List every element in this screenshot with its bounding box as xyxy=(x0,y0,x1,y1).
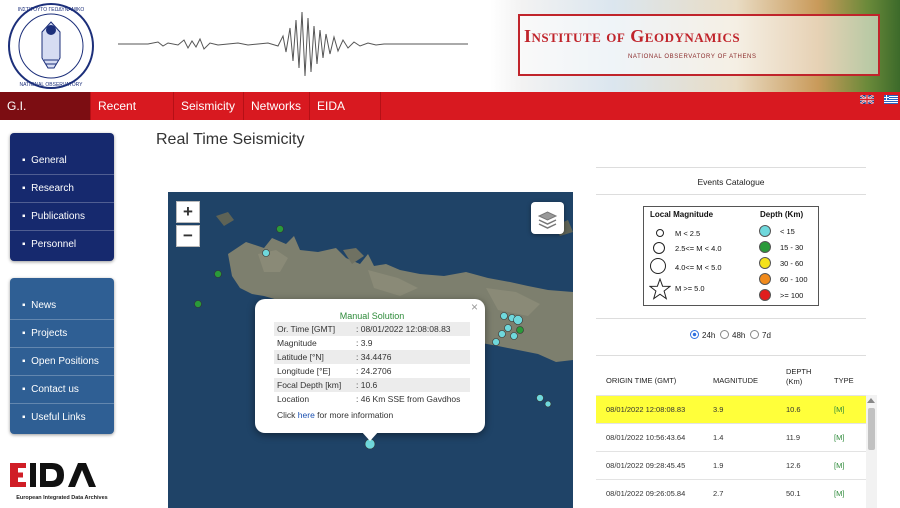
popup-row-origin-time: Or. Time [GMT]: 08/01/2022 12:08:08.83 xyxy=(274,322,470,336)
popup-footer: Click here for more information xyxy=(277,410,394,420)
popup-row-location: Location: 46 Km SSE from Gavdhos xyxy=(277,394,461,404)
legend-depth-2: 15 - 30 xyxy=(780,243,804,252)
layers-icon xyxy=(537,211,558,229)
sidebar-item-open-positions[interactable]: ▪ Open Positions xyxy=(10,348,114,376)
sidebar-item-news[interactable]: ▪ News xyxy=(10,292,114,320)
sidebar-menu-primary: ▪ General ▪ Research ▪ Publications ▪ Pe… xyxy=(10,133,114,261)
popup-title: Manual Solution xyxy=(339,311,405,321)
popup-row-latitude: Latitude [°N]: 34.4476 xyxy=(274,350,470,364)
period-label-24h: 24h xyxy=(702,331,716,340)
earthquake-marker[interactable] xyxy=(536,394,544,402)
svg-text:European Integrated Data Archi: European Integrated Data Archives xyxy=(16,495,108,501)
sidebar-item-useful-links[interactable]: ▪ Useful Links xyxy=(10,404,114,432)
legend-depth-5: >= 100 xyxy=(780,291,804,300)
period-radio-48h[interactable] xyxy=(720,330,729,339)
legend-magnitude-title: Local Magnitude xyxy=(650,210,714,219)
zoom-out-button[interactable]: − xyxy=(176,225,200,247)
period-radio-7d[interactable] xyxy=(750,330,759,339)
legend-mag-3: 4.0<= M < 5.0 xyxy=(675,263,722,272)
greece-flag-icon[interactable] xyxy=(884,95,898,104)
depth-color-red-icon xyxy=(759,289,771,301)
legend-depth-3: 30 - 60 xyxy=(780,259,804,268)
legend-depth-1: < 15 xyxy=(780,227,795,236)
sidebar-item-contact-us[interactable]: ▪ Contact us xyxy=(10,376,114,404)
observatory-seal-logo[interactable]: ΙΝΣΤΙΤΟΥΤΟ ΓΕΩΔΥΝΑΜΙΚΟ NATIONAL OBSERVAT… xyxy=(2,2,100,90)
nav-item-eida-node[interactable]: EIDA Node xyxy=(310,92,381,141)
event-popup-tip xyxy=(361,431,379,441)
legend-mag-4: M >= 5.0 xyxy=(675,284,705,293)
magnitude-star-icon xyxy=(649,278,671,300)
table-row[interactable]: 08/01/2022 12:08:08.83 3.9 10.6 [M] xyxy=(596,395,866,423)
col-type[interactable]: TYPE xyxy=(834,376,854,386)
events-table-header: ORIGIN TIME (GMT) MAGNITUDE DEPTH (Km) T… xyxy=(596,362,866,396)
popup-more-info-link[interactable]: here xyxy=(298,410,315,420)
scroll-up-arrow-icon[interactable] xyxy=(867,398,875,403)
col-depth[interactable]: DEPTH (Km) xyxy=(786,367,822,387)
sidebar-item-personnel[interactable]: ▪ Personnel xyxy=(10,231,114,259)
earthquake-marker[interactable] xyxy=(262,249,270,257)
page-title: Real Time Seismicity xyxy=(156,131,305,148)
earthquake-marker[interactable] xyxy=(498,330,506,338)
period-label-7d: 7d xyxy=(762,331,771,340)
sidebar-item-general[interactable]: ▪ General xyxy=(10,147,114,175)
map-layers-button[interactable] xyxy=(531,202,564,234)
col-origin-time[interactable]: ORIGIN TIME (GMT) xyxy=(606,376,676,386)
nav-item-gi-homepage[interactable]: G.I. Homepage xyxy=(0,92,91,141)
earthquake-marker[interactable] xyxy=(194,300,202,308)
depth-color-cyan-icon xyxy=(759,225,771,237)
magnitude-large-circle-icon xyxy=(650,258,666,274)
zoom-in-button[interactable]: + xyxy=(176,201,200,223)
earthquake-marker[interactable] xyxy=(513,315,523,325)
main-navbar: G.I. Homepage Recent Alerts Seismicity N… xyxy=(0,92,900,141)
period-selector xyxy=(596,318,866,356)
nav-item-recent-alerts[interactable]: Recent Alerts xyxy=(91,92,174,141)
table-row[interactable]: 08/01/2022 09:26:05.84 2.7 50.1 [M] xyxy=(596,479,866,507)
earthquake-marker[interactable] xyxy=(504,324,512,332)
eida-logo[interactable]: European Integrated Data Archives xyxy=(8,457,116,505)
popup-row-longitude: Longitude [°E]: 24.2706 xyxy=(277,366,392,376)
legend-depth-4: 60 - 100 xyxy=(780,275,808,284)
scrollbar-thumb[interactable] xyxy=(868,408,875,450)
earthquake-marker[interactable] xyxy=(276,225,284,233)
nav-item-networks[interactable]: Networks xyxy=(244,92,310,120)
popup-row-magnitude: Magnitude: 3.9 xyxy=(277,338,373,348)
svg-text:ΙΝΣΤΙΤΟΥΤΟ ΓΕΩΔΥΝΑΜΙΚΟ: ΙΝΣΤΙΤΟΥΤΟ ΓΕΩΔΥΝΑΜΙΚΟ xyxy=(18,7,85,13)
earthquake-marker[interactable] xyxy=(510,332,518,340)
earthquake-marker[interactable] xyxy=(544,400,552,408)
depth-color-yellow-icon xyxy=(759,257,771,269)
uk-flag-icon[interactable] xyxy=(860,95,874,104)
legend-mag-2: 2.5<= M < 4.0 xyxy=(675,244,722,253)
period-label-48h: 48h xyxy=(732,331,746,340)
svg-text:NATIONAL OBSERVATORY: NATIONAL OBSERVATORY xyxy=(20,82,84,88)
institute-title[interactable]: Institute of Geodynamics xyxy=(524,26,740,47)
depth-color-orange-icon xyxy=(759,273,771,285)
sidebar-item-research[interactable]: ▪ Research xyxy=(10,175,114,203)
table-row[interactable]: 08/01/2022 10:56:43.64 1.4 11.9 [M] xyxy=(596,423,866,451)
sidebar-item-publications[interactable]: ▪ Publications xyxy=(10,203,114,231)
sidebar-item-projects[interactable]: ▪ Projects xyxy=(10,320,114,348)
earthquake-marker[interactable] xyxy=(516,326,524,334)
earthquake-marker[interactable] xyxy=(500,312,508,320)
legend-mag-1: M < 2.5 xyxy=(675,229,701,238)
earthquake-marker[interactable] xyxy=(214,270,222,278)
site-header: ΙΝΣΤΙΤΟΥΤΟ ΓΕΩΔΥΝΑΜΙΚΟ NATIONAL OBSERVAT… xyxy=(0,0,900,92)
table-row[interactable]: 08/01/2022 09:28:45.45 1.9 12.6 [M] xyxy=(596,451,866,479)
popup-row-focal-depth: Focal Depth [km]: 10.6 xyxy=(274,378,470,392)
earthquake-marker[interactable] xyxy=(492,338,500,346)
legend-depth-title: Depth (Km) xyxy=(760,210,804,219)
magnitude-small-circle-icon xyxy=(656,229,664,237)
magnitude-medium-circle-icon xyxy=(653,242,665,254)
nav-item-seismicity[interactable]: Seismicity xyxy=(174,92,244,120)
sidebar-menu-secondary: ▪ News ▪ Projects ▪ Open Positions ▪ Con… xyxy=(10,278,114,434)
events-catalogue-title: Events Catalogue xyxy=(596,167,866,195)
institute-subtitle: NATIONAL OBSERVATORY OF ATHENS xyxy=(628,54,757,60)
period-radio-24h[interactable] xyxy=(690,330,699,339)
col-magnitude[interactable]: MAGNITUDE xyxy=(713,376,758,386)
seismogram-graphic xyxy=(118,11,468,77)
depth-color-green-icon xyxy=(759,241,771,253)
